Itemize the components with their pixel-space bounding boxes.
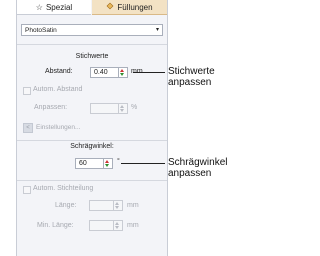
angle-heading: Schrägwinkel: — [70, 143, 114, 150]
callout-stitch-line2: anpassen — [168, 77, 212, 88]
fill-type-value: PhotoSatin — [25, 27, 57, 34]
divider — [17, 140, 167, 141]
star-icon: ☆ — [35, 2, 43, 12]
tab-label: Spezial — [45, 2, 73, 12]
length-spinbox[interactable] — [89, 200, 123, 211]
length-label: Länge: — [55, 202, 77, 209]
callout-angle: Schrägwinkel anpassen — [168, 157, 227, 179]
length-spin-buttons[interactable] — [113, 201, 122, 210]
adjust-label: Anpassen: — [34, 104, 68, 111]
spacing-value: 0.40 — [94, 69, 108, 76]
callout-stitch-line1: Stichwerte — [168, 66, 215, 77]
properties-panel: ☆ Spezial Füllungen PhotoSatin ▾ Stichwe… — [16, 0, 168, 256]
angle-spin-buttons[interactable] — [103, 159, 112, 168]
chevron-down-icon: ▾ — [155, 27, 159, 33]
auto-spacing-label: Autom. Abstand — [33, 86, 83, 93]
callout-line-angle — [121, 163, 165, 164]
min-length-unit: mm — [127, 222, 139, 229]
auto-split-label: Autom. Stichteilung — [33, 185, 94, 192]
tab-bar: ☆ Spezial Füllungen — [17, 0, 167, 15]
callout-angle-line1: Schrägwinkel — [168, 157, 228, 168]
callout-stitch-values: Stichwerte anpassen — [168, 66, 215, 88]
stitch-values-heading: Stichwerte — [75, 53, 109, 60]
spacing-spin-buttons[interactable] — [118, 68, 127, 77]
tab-spezial[interactable]: ☆ Spezial — [17, 0, 91, 15]
adjust-spinbox[interactable] — [90, 103, 128, 114]
angle-unit: ° — [117, 158, 120, 165]
angle-value: 60 — [79, 160, 87, 167]
chevron-left-icon: < — [23, 122, 33, 133]
spacing-label: Abstand: — [45, 68, 73, 75]
length-unit: mm — [127, 202, 139, 209]
adjust-spin-buttons[interactable] — [118, 104, 127, 113]
adjust-unit: % — [131, 104, 138, 111]
fill-type-select[interactable]: PhotoSatin ▾ — [21, 24, 163, 36]
settings-button[interactable]: < Einstellungen... — [23, 122, 80, 133]
auto-split-checkbox[interactable] — [23, 186, 31, 194]
spacing-spinbox[interactable]: 0.40 — [90, 67, 128, 78]
divider — [17, 180, 167, 181]
auto-spacing-checkbox[interactable] — [23, 87, 31, 95]
settings-button-label: Einstellungen... — [36, 124, 81, 131]
min-length-spin-buttons[interactable] — [113, 221, 122, 230]
fill-icon — [106, 2, 114, 12]
callout-line-stitch — [133, 72, 165, 73]
min-length-label: Min. Länge: — [37, 222, 74, 229]
tab-fuellungen[interactable]: Füllungen — [92, 0, 167, 15]
divider — [17, 44, 167, 45]
min-length-spinbox[interactable] — [89, 220, 123, 231]
callout-angle-line2: anpassen — [168, 168, 212, 179]
angle-spinbox[interactable]: 60 — [75, 158, 113, 169]
tab-label: Füllungen — [117, 2, 153, 12]
